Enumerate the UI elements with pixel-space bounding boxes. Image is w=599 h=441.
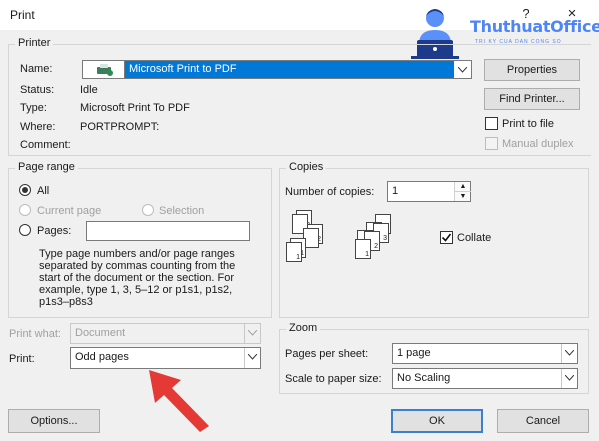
printer-where-label: Where:: [20, 121, 56, 133]
pages-per-sheet-select[interactable]: 1 page: [392, 343, 578, 364]
spin-up-icon[interactable]: ▲: [455, 182, 471, 192]
chevron-down-icon[interactable]: [561, 369, 577, 388]
printer-group-label: Printer: [15, 37, 54, 49]
help-line: p1s3–p8s3: [39, 296, 93, 308]
spinner-buttons: ▲ ▼: [454, 182, 471, 202]
selection-radio[interactable]: [142, 204, 154, 216]
options-button[interactable]: Options...: [8, 409, 100, 433]
help-line: start of the document or the section. Fo…: [39, 272, 235, 284]
current-page-label: Current page: [37, 205, 102, 217]
window-title: Print: [10, 8, 35, 22]
chevron-down-icon[interactable]: [561, 344, 577, 363]
pages-radio[interactable]: [19, 224, 31, 236]
properties-button[interactable]: Properties: [484, 59, 580, 81]
pages-per-sheet-value: 1 page: [397, 347, 431, 359]
collate-label: Collate: [457, 232, 492, 244]
logo-name: ThuthuatOffice: [470, 17, 599, 36]
number-of-copies-label: Number of copies:: [285, 186, 375, 198]
printer-where-value: PORTPROMPT:: [80, 121, 160, 133]
number-of-copies-spinner[interactable]: 1 ▲ ▼: [387, 181, 471, 202]
printer-status-value: Idle: [80, 84, 98, 96]
zoom-group-label: Zoom: [286, 322, 321, 334]
printer-name-label: Name:: [20, 63, 53, 75]
print-what-select[interactable]: Document: [70, 323, 261, 344]
scale-to-paper-size-label: Scale to paper size:: [285, 373, 382, 385]
chevron-down-icon[interactable]: [454, 61, 471, 78]
check-icon: [441, 233, 452, 242]
printer-name-select[interactable]: Microsoft Print to PDF: [124, 60, 472, 79]
printer-name-value: Microsoft Print to PDF: [125, 61, 454, 78]
print-to-file-checkbox[interactable]: [485, 117, 498, 130]
print-what-value: Document: [75, 327, 126, 339]
printer-status-label: Status:: [20, 84, 55, 96]
help-line: example, type 1, 3, 5–12 or p1s1, p1s2,: [39, 284, 233, 296]
copies-group-label: Copies: [286, 161, 327, 173]
collate-checkbox[interactable]: [440, 231, 453, 244]
find-printer-button[interactable]: Find Printer...: [484, 88, 580, 110]
scale-to-paper-size-select[interactable]: No Scaling: [392, 368, 578, 389]
red-arrow-annotation: [149, 370, 209, 432]
printer-comment-label: Comment:: [20, 139, 71, 151]
pages-input[interactable]: [86, 221, 250, 241]
current-page-radio[interactable]: [19, 204, 31, 216]
print-select[interactable]: Odd pages: [70, 347, 261, 369]
print-label: Print:: [9, 353, 35, 365]
cancel-button[interactable]: Cancel: [497, 409, 589, 433]
ok-button[interactable]: OK: [391, 409, 483, 433]
page-icon: 1: [355, 239, 371, 259]
print-to-file-label: Print to file: [502, 118, 554, 130]
page-icon: 1: [286, 242, 302, 262]
spin-down-icon[interactable]: ▼: [455, 192, 471, 202]
printer-type-value: Microsoft Print To PDF: [80, 102, 190, 114]
printer-icon-box: [82, 60, 124, 79]
all-radio[interactable]: [19, 184, 31, 196]
manual-duplex-checkbox[interactable]: [485, 137, 498, 150]
printer-type-label: Type:: [20, 102, 47, 114]
page-range-help-text: Type page numbers and/or page ranges sep…: [39, 248, 269, 308]
number-of-copies-value: 1: [392, 185, 399, 197]
pages-label: Pages:: [37, 225, 72, 237]
help-line: Type page numbers and/or page ranges: [39, 248, 235, 260]
selection-label: Selection: [159, 205, 205, 217]
page-range-group-label: Page range: [15, 161, 78, 173]
help-line: separated by commas counting from the: [39, 260, 236, 272]
printer-icon: [97, 64, 113, 76]
chevron-down-icon[interactable]: [244, 324, 260, 343]
manual-duplex-label: Manual duplex: [502, 138, 574, 150]
all-label: All: [37, 185, 50, 197]
chevron-down-icon[interactable]: [244, 348, 260, 368]
pages-per-sheet-label: Pages per sheet:: [285, 348, 369, 360]
print-value: Odd pages: [75, 351, 129, 363]
print-what-label: Print what:: [9, 328, 61, 340]
scale-to-paper-size-value: No Scaling: [397, 372, 451, 384]
